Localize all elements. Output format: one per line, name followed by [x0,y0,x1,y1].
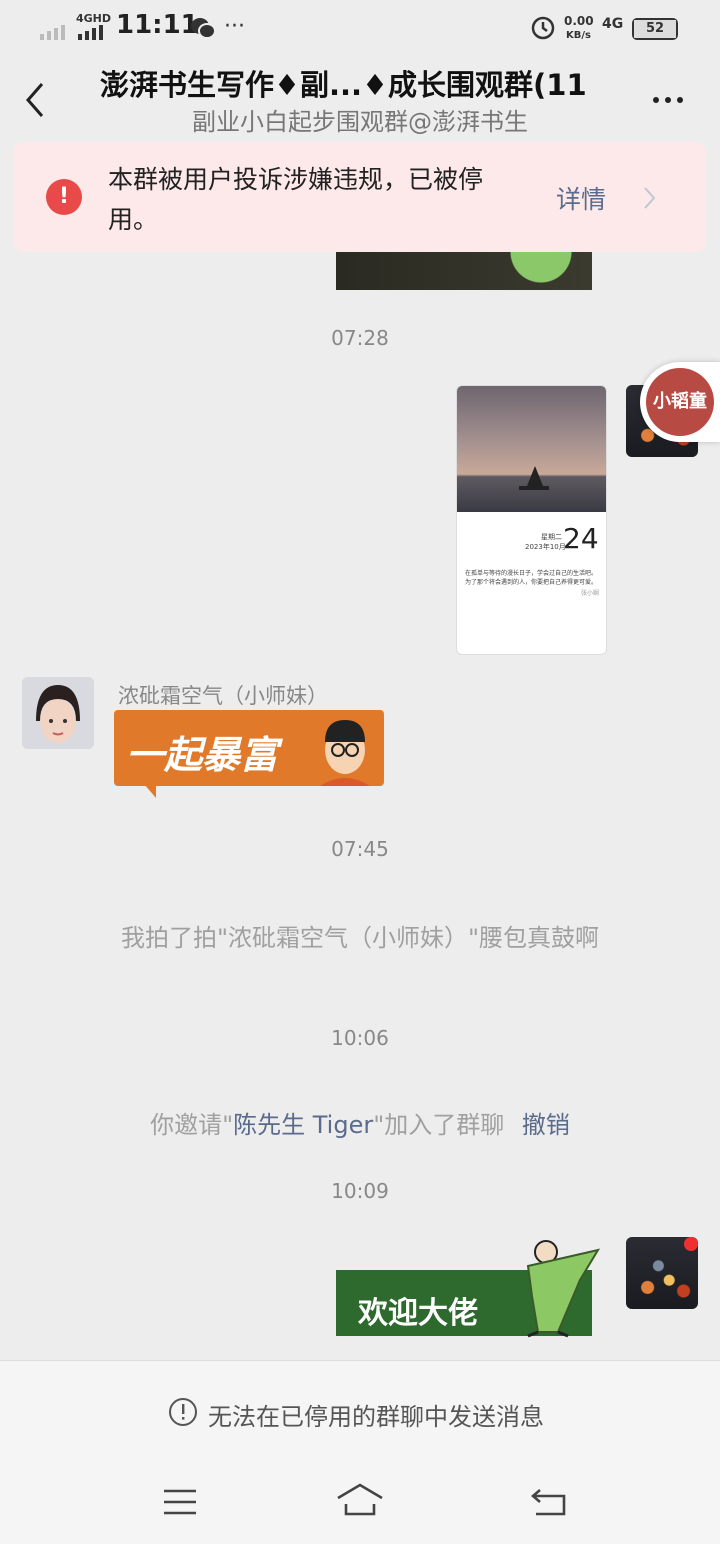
signal-icon-2 [78,24,108,44]
sticker-partial [336,252,592,290]
revoke-link[interactable]: 撤销 [522,1111,570,1139]
sticker-welcome[interactable]: 欢迎大佬 [336,1236,608,1338]
timestamp: 10:09 [331,1179,389,1203]
invite-suffix: "加入了群聊 [373,1111,505,1139]
card-signature: 张小娴 [581,590,600,597]
badge-label: 小韬童 [653,391,707,412]
floating-badge[interactable]: 小韬童 [640,362,720,442]
alarm-icon [530,14,556,44]
home-button[interactable] [336,1482,384,1522]
net-type-2: 4G [602,16,624,32]
home-icon [337,1483,383,1516]
disabled-message: 无法在已停用的群聊中发送消息 [208,1403,544,1431]
sunset-photo [457,386,606,512]
group-subtitle: 副业小白起步围观群@澎湃书生 [192,108,528,136]
avatar-sender[interactable] [22,677,94,749]
sticker-text: 一起暴富 [126,733,279,777]
menu-button[interactable] [162,1488,198,1520]
status-bar: 4GHD 11:11 ··· 0.00 KB/s 4G 52 [0,0,720,56]
timestamp: 07:28 [331,326,389,350]
sender-name: 浓砒霜空气（小师妹） [118,684,328,708]
invite-notice: 你邀请"陈先生 Tiger"加入了群聊 撤销 [0,1105,720,1140]
chat-header: 澎湃书生写作♦副...♦成长围观群(11 副业小白起步围观群@澎湃书生 [0,56,720,142]
card-text-1: 在孤单与等待的漫长日子，学会过自己的生活吧。 [465,570,598,577]
card-weekday: 星期二 [541,533,562,541]
unread-dot [684,1237,698,1251]
menu-icon [164,1489,196,1515]
input-disabled-bar: 无法在已停用的群聊中发送消息 [0,1360,720,1461]
signal-icon [40,24,72,44]
chevron-right-icon [642,184,658,216]
sticker-rich[interactable]: 一起暴富 [114,710,384,800]
image-message-card[interactable]: 星期二 2023年10月 24 在孤单与等待的漫长日子，学会过自己的生活吧。 为… [456,385,607,655]
battery-level: 52 [634,20,676,38]
card-date: 2023年10月 [525,543,566,551]
more-dots-icon [653,97,683,103]
card-day: 24 [563,522,599,555]
battery-icon: 52 [632,18,678,40]
sticker-text: 欢迎大佬 [358,1296,478,1331]
more-button[interactable] [650,94,690,108]
info-circle-icon [168,1397,198,1431]
invite-name[interactable]: 陈先生 Tiger [233,1111,373,1139]
net-speed-unit: KB/s [566,30,591,41]
back-nav-button[interactable] [530,1486,568,1522]
net-speed: 0.00 [564,14,594,28]
cartoon-character-icon [526,1240,601,1338]
clock: 11:11 [116,10,199,40]
back-arrow-icon [531,1489,566,1516]
alert-icon: ! [46,179,82,215]
system-nav-bar [0,1460,720,1544]
disabled-banner[interactable]: ! 本群被用户投诉涉嫌违规，已被停用。 详情 [14,142,706,252]
pat-notice: 我拍了拍"浓砒霜空气（小师妹）"腰包真鼓啊 [120,924,600,952]
group-title: 澎湃书生写作♦副...♦成长围观群(11 [100,68,587,102]
details-link[interactable]: 详情 [556,180,606,216]
cartoon-face-icon [320,720,370,786]
banner-message: 本群被用户投诉涉嫌违规，已被停用。 [108,165,484,234]
badge-circle: 小韬童 [646,368,714,436]
invite-prefix: 你邀请" [150,1111,234,1139]
wechat-icon [190,16,216,44]
timestamp: 07:45 [331,837,389,861]
more-notifications-icon: ··· [224,14,245,39]
timestamp: 10:06 [331,1026,389,1050]
card-text-2: 为了那个将会遇到的人，你要把自己养得更可爱。 [465,579,598,586]
